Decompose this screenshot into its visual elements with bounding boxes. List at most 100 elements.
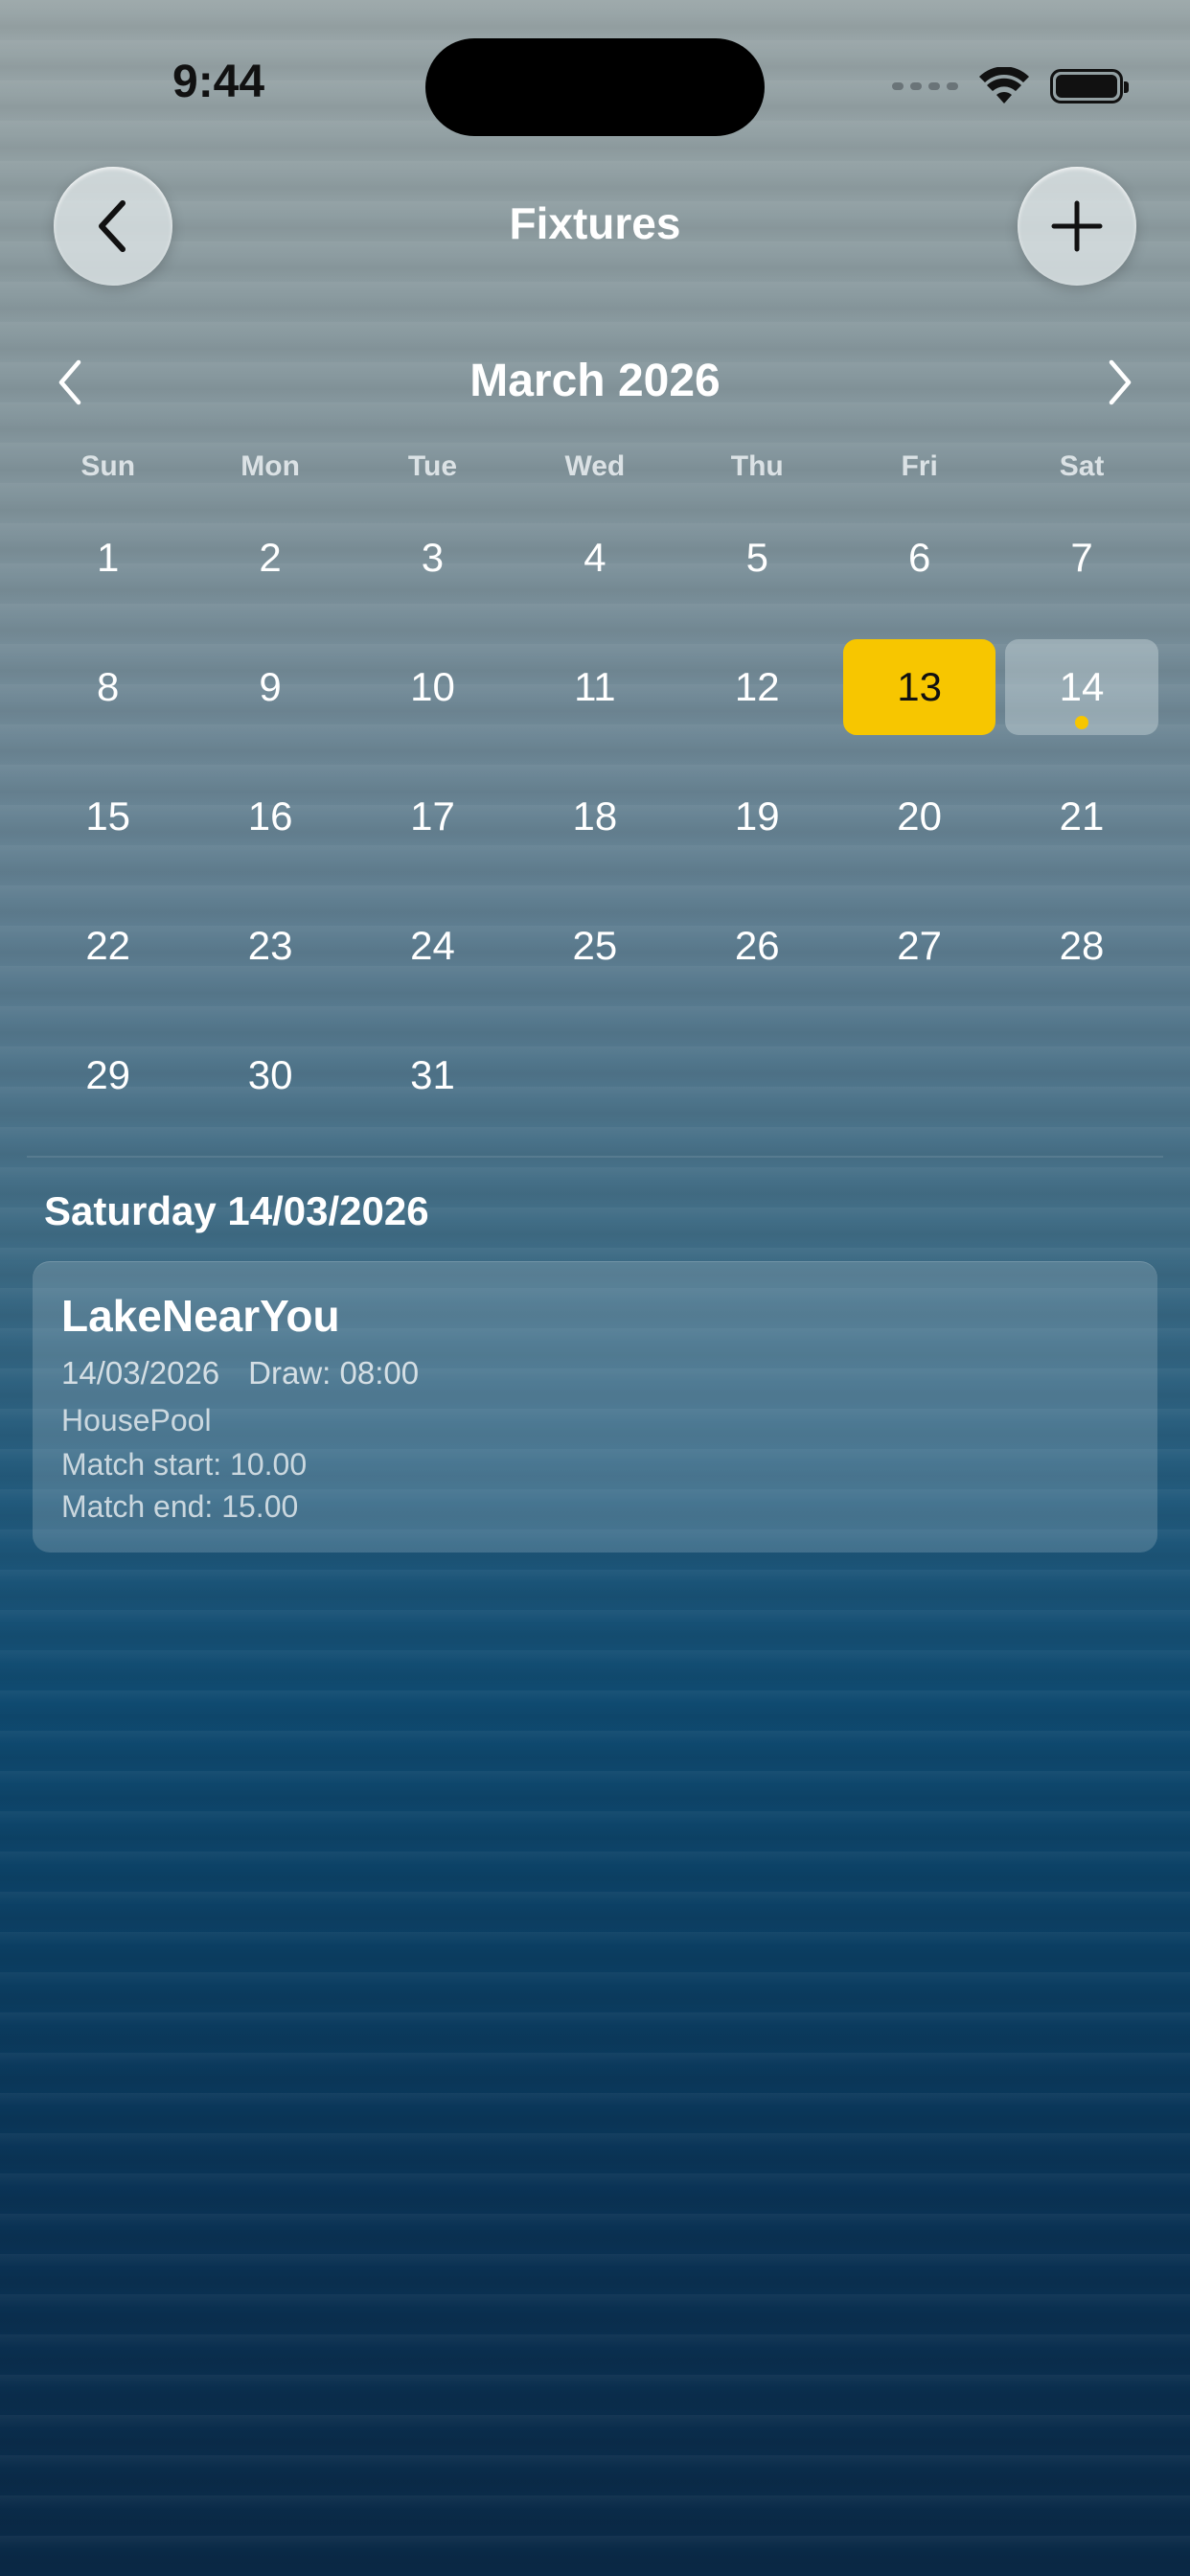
calendar-day-12[interactable]: 12 (676, 639, 838, 735)
calendar-empty-cell (1000, 1027, 1162, 1123)
calendar-day-31[interactable]: 31 (352, 1027, 514, 1123)
weekday-label: Mon (240, 450, 300, 482)
calendar-day-number: 20 (897, 794, 942, 839)
battery-icon (1050, 69, 1129, 104)
weekday-label: Sun (80, 450, 136, 482)
calendar-day-number: 8 (97, 664, 120, 709)
calendar-day-number: 2 (259, 535, 282, 580)
calendar-day-number: 21 (1059, 794, 1105, 839)
calendar-day-27[interactable]: 27 (838, 898, 1000, 994)
calendar-day-2[interactable]: 2 (189, 510, 351, 606)
calendar-day-number: 27 (897, 923, 942, 968)
calendar-day-11[interactable]: 11 (514, 639, 675, 735)
calendar-day-number: 12 (734, 664, 780, 709)
calendar-day-number: 1 (97, 535, 120, 580)
calendar-week-row: 15 16 17 18 19 20 21 (27, 769, 1163, 898)
calendar-day-7[interactable]: 7 (1000, 510, 1162, 606)
plus-icon (1051, 200, 1103, 252)
calendar-day-number: 19 (734, 794, 780, 839)
next-month-icon[interactable] (1094, 358, 1142, 406)
calendar-day-number: 4 (584, 535, 606, 580)
calendar-day-23[interactable]: 23 (189, 898, 351, 994)
calendar-day-13[interactable]: 13 (838, 639, 1000, 735)
calendar-day-1[interactable]: 1 (27, 510, 189, 606)
calendar-empty-cell (838, 1027, 1000, 1123)
calendar-day-number: 23 (247, 923, 293, 968)
calendar-day-8[interactable]: 8 (27, 639, 189, 735)
dynamic-island (425, 38, 765, 136)
calendar-day-number: 7 (1070, 535, 1093, 580)
calendar-day-26[interactable]: 26 (676, 898, 838, 994)
calendar-day-20[interactable]: 20 (838, 769, 1000, 864)
calendar-day-24[interactable]: 24 (352, 898, 514, 994)
calendar-day-number: 30 (247, 1052, 293, 1097)
calendar-day-number: 15 (85, 794, 131, 839)
calendar-day-19[interactable]: 19 (676, 769, 838, 864)
fixture-match-end: Match end: 15.00 (61, 1489, 299, 1524)
fixture-card[interactable]: LakeNearYou 14/03/2026 Draw: 08:00 HouseP… (33, 1261, 1157, 1552)
calendar-day-29[interactable]: 29 (27, 1027, 189, 1123)
weekday-label: Wed (564, 450, 626, 482)
calendar-empty-cell (676, 1027, 838, 1123)
calendar-day-18[interactable]: 18 (514, 769, 675, 864)
calendar-day-9[interactable]: 9 (189, 639, 351, 735)
status-time: 9:44 (172, 57, 265, 107)
calendar-week-row: 1 2 3 4 5 6 7 (27, 510, 1163, 639)
calendar-week-row: 8 9 10 11 12 13 14 (27, 639, 1163, 769)
fixture-match-start: Match start: 10.00 (61, 1447, 308, 1482)
status-icons (892, 63, 1129, 109)
month-navigation: March 2026 (0, 347, 1190, 416)
calendar-day-number: 17 (410, 794, 455, 839)
signal-dots-icon (892, 82, 958, 90)
calendar-week-row: 22 23 24 25 26 27 28 (27, 898, 1163, 1027)
calendar-day-number: 18 (572, 794, 618, 839)
calendar-day-15[interactable]: 15 (27, 769, 189, 864)
calendar-day-number: 26 (734, 923, 780, 968)
divider (27, 1156, 1163, 1158)
calendar-day-25[interactable]: 25 (514, 898, 675, 994)
calendar-day-4[interactable]: 4 (514, 510, 675, 606)
weekday-label: Sat (1059, 450, 1105, 482)
calendar-day-number: 24 (410, 923, 455, 968)
calendar-week-row: 29 30 31 (27, 1027, 1163, 1157)
calendar-day-number: 28 (1059, 923, 1105, 968)
calendar-day-10[interactable]: 10 (352, 639, 514, 735)
fixture-meta: 14/03/2026 Draw: 08:00 (61, 1355, 447, 1392)
fixture-date: 14/03/2026 (61, 1355, 220, 1391)
weekday-label: Thu (730, 450, 784, 482)
calendar-day-number: 6 (907, 535, 931, 580)
fixture-pool: HousePool (61, 1403, 212, 1438)
calendar-day-number: 22 (85, 923, 131, 968)
calendar-day-16[interactable]: 16 (189, 769, 351, 864)
calendar-grid: 1 2 3 4 5 6 7 8 9 10 11 12 13 14 15 16 17 18 19 20 21 22 23 24 2… (27, 510, 1163, 1157)
calendar-day-number: 3 (421, 535, 445, 580)
calendar-day-6[interactable]: 6 (838, 510, 1000, 606)
calendar-day-number: 10 (410, 664, 455, 709)
wifi-icon (979, 67, 1029, 104)
month-label: March 2026 (469, 356, 721, 406)
calendar-empty-cell (514, 1027, 675, 1123)
weekday-label: Tue (407, 450, 458, 482)
calendar-day-number: 9 (259, 664, 282, 709)
calendar-day-14[interactable]: 14 (1000, 639, 1162, 735)
calendar-day-number: 5 (745, 535, 768, 580)
calendar-day-5[interactable]: 5 (676, 510, 838, 606)
calendar-day-22[interactable]: 22 (27, 898, 189, 994)
calendar-day-number: 16 (247, 794, 293, 839)
calendar-day-30[interactable]: 30 (189, 1027, 351, 1123)
weekday-label: Fri (901, 450, 938, 482)
add-fixture-button[interactable] (1018, 167, 1136, 286)
selected-date-heading: Saturday 14/03/2026 (44, 1188, 429, 1233)
calendar-day-number: 25 (572, 923, 618, 968)
calendar-day-number: 29 (85, 1052, 131, 1097)
calendar-day-3[interactable]: 3 (352, 510, 514, 606)
calendar-day-21[interactable]: 21 (1000, 769, 1162, 864)
calendar-day-17[interactable]: 17 (352, 769, 514, 864)
calendar-day-28[interactable]: 28 (1000, 898, 1162, 994)
page-title: Fixtures (509, 198, 681, 248)
calendar-day-number: 14 (1059, 664, 1105, 709)
calendar-day-number: 11 (574, 664, 616, 709)
calendar-day-number: 13 (897, 664, 942, 709)
fixture-name: LakeNearYou (61, 1291, 340, 1341)
event-dot-icon (1075, 716, 1089, 729)
